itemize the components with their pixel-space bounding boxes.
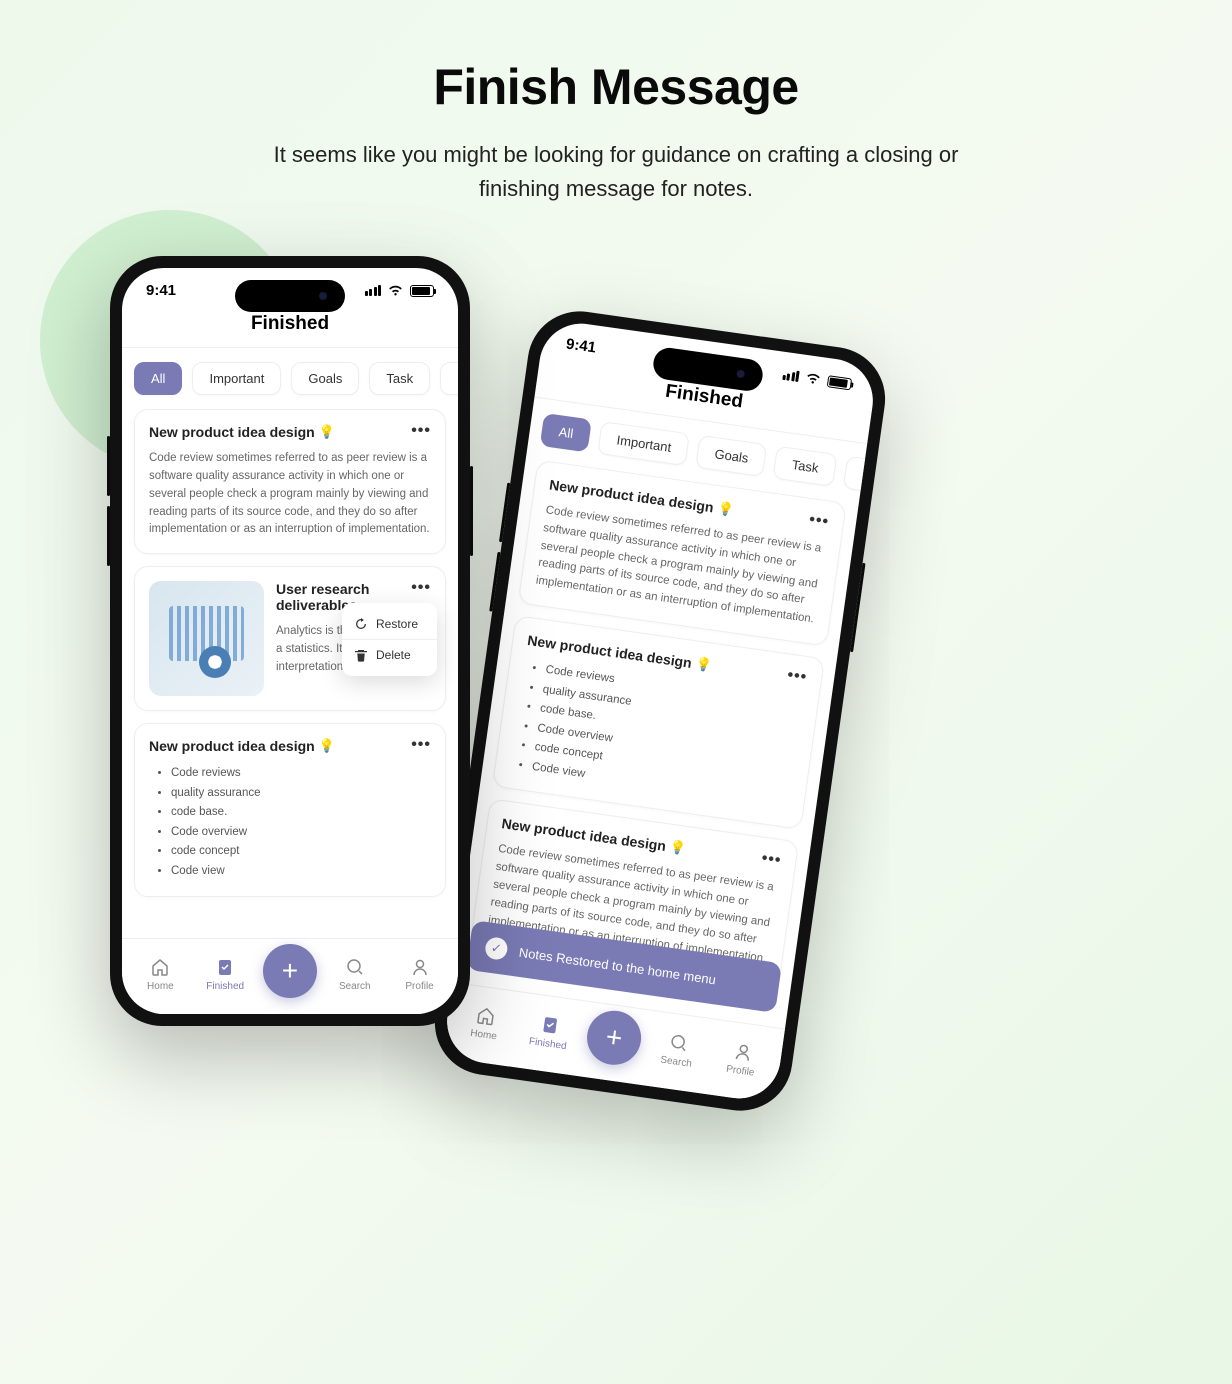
restore-label: Restore xyxy=(376,617,418,631)
card-thumbnail xyxy=(149,581,264,696)
list-item: Code overview xyxy=(171,823,431,843)
wifi-icon xyxy=(804,371,823,386)
toast-message: Notes Restored to the home menu xyxy=(518,944,717,987)
home-icon xyxy=(474,1003,499,1028)
nav-label: Home xyxy=(470,1027,498,1042)
filter-tab-goals[interactable]: Goals xyxy=(291,362,359,395)
search-icon xyxy=(344,956,366,978)
profile-icon xyxy=(409,956,431,978)
more-icon[interactable]: ••• xyxy=(411,579,431,597)
filter-tab-important[interactable]: Important xyxy=(598,421,691,466)
nav-profile[interactable]: Profile xyxy=(713,1037,771,1080)
filter-tab-task[interactable]: Task xyxy=(369,362,430,395)
nav-search[interactable]: Search xyxy=(649,1028,707,1071)
nav-label: Finished xyxy=(206,981,244,992)
card-title: New product idea design xyxy=(149,424,315,440)
dynamic-island xyxy=(235,280,345,312)
note-card[interactable]: ••• New product idea design💡 Code review… xyxy=(492,615,825,830)
battery-icon xyxy=(410,285,434,297)
battery-icon xyxy=(827,375,852,390)
nav-label: Search xyxy=(660,1054,693,1069)
trash-icon xyxy=(354,648,368,662)
nav-home[interactable]: Home xyxy=(133,956,187,992)
restore-icon xyxy=(354,617,368,631)
status-time: 9:41 xyxy=(565,336,597,357)
list-item: code concept xyxy=(171,842,431,862)
phones-mockup-area: 9:41 Finished All Important Goals Task P… xyxy=(0,256,1232,1376)
list-item: Code reviews xyxy=(171,764,431,784)
delete-label: Delete xyxy=(376,648,411,662)
profile-icon xyxy=(731,1039,756,1064)
wifi-icon xyxy=(387,284,404,297)
filter-tab-product[interactable]: Produ... xyxy=(440,362,458,395)
more-icon[interactable]: ••• xyxy=(786,667,808,688)
bottom-nav: Home Finished + Search Profile xyxy=(122,938,458,1014)
phone-mockup-right: 9:41 Finished All Important Goals Task P… xyxy=(428,305,892,1118)
filter-tab-all[interactable]: All xyxy=(134,362,182,395)
filter-tab-product[interactable]: Produ... xyxy=(843,456,867,500)
context-menu: Restore Delete xyxy=(342,603,437,676)
filter-tab-important[interactable]: Important xyxy=(192,362,281,395)
restore-menu-item[interactable]: Restore xyxy=(342,609,437,639)
nav-label: Home xyxy=(147,981,174,992)
clipboard-check-icon xyxy=(214,956,236,978)
page-heading: Finish Message It seems like you might b… xyxy=(0,0,1232,206)
list-item: Code view xyxy=(171,862,431,882)
card-body: Code review sometimes referred to as pee… xyxy=(149,450,431,539)
nav-finished[interactable]: Finished xyxy=(198,956,252,992)
plus-icon: + xyxy=(604,1020,625,1054)
filter-tab-task[interactable]: Task xyxy=(773,446,838,487)
nav-finished[interactable]: Finished xyxy=(520,1010,578,1053)
nav-search[interactable]: Search xyxy=(328,956,382,992)
card-title: New product idea design xyxy=(149,738,315,754)
search-icon xyxy=(666,1030,691,1055)
home-icon xyxy=(149,956,171,978)
bulb-icon: 💡 xyxy=(319,424,335,440)
bulb-icon: 💡 xyxy=(319,738,335,754)
card-list: Code reviews quality assurance code base… xyxy=(509,658,805,813)
nav-profile[interactable]: Profile xyxy=(393,956,447,992)
add-button[interactable]: + xyxy=(584,1007,645,1068)
nav-label: Profile xyxy=(405,981,433,992)
list-item: code base. xyxy=(171,803,431,823)
delete-menu-item[interactable]: Delete xyxy=(342,639,437,670)
more-icon[interactable]: ••• xyxy=(411,422,431,440)
status-time: 9:41 xyxy=(146,282,176,299)
more-icon[interactable]: ••• xyxy=(411,736,431,754)
filter-tab-goals[interactable]: Goals xyxy=(696,435,768,477)
nav-label: Finished xyxy=(528,1036,567,1052)
note-card[interactable]: ••• New product idea design💡 Code review… xyxy=(134,723,446,896)
nav-label: Search xyxy=(339,981,371,992)
bulb-icon: 💡 xyxy=(695,656,713,674)
cellular-icon xyxy=(782,369,800,382)
nav-home[interactable]: Home xyxy=(456,1001,514,1044)
plus-icon: + xyxy=(282,955,298,987)
filter-tab-all[interactable]: All xyxy=(540,413,593,452)
note-card[interactable]: ••• User research deliverables Analytics… xyxy=(134,566,446,711)
phone-mockup-left: 9:41 Finished All Important Goals Task P… xyxy=(110,256,470,1026)
list-item: quality assurance xyxy=(171,784,431,804)
page-title: Finish Message xyxy=(0,58,1232,116)
bulb-icon: 💡 xyxy=(716,500,734,518)
filter-tabs: All Important Goals Task Produ... xyxy=(122,348,458,409)
note-card[interactable]: ••• New product idea design💡 Code review… xyxy=(134,409,446,554)
more-icon[interactable]: ••• xyxy=(808,511,830,532)
check-icon: ✓ xyxy=(484,936,509,961)
nav-label: Profile xyxy=(725,1063,755,1078)
bulb-icon: 💡 xyxy=(669,839,687,857)
page-subtitle: It seems like you might be looking for g… xyxy=(236,138,996,206)
add-button[interactable]: + xyxy=(263,944,317,998)
more-icon[interactable]: ••• xyxy=(760,850,782,871)
cellular-icon xyxy=(365,285,382,296)
clipboard-check-icon xyxy=(538,1012,563,1037)
card-list: Code reviews quality assurance code base… xyxy=(149,764,431,881)
